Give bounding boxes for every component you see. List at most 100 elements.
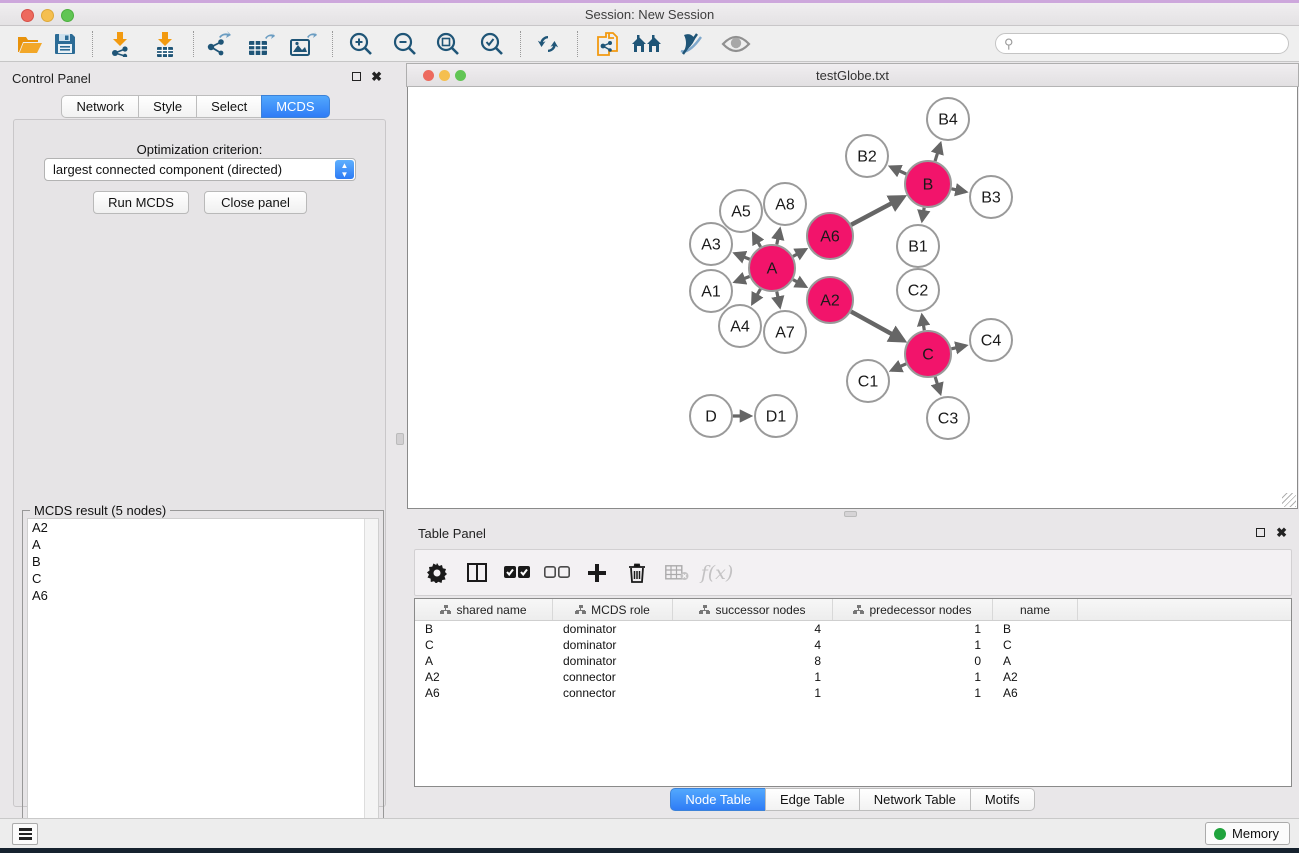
tab-mcds[interactable]: MCDS: [261, 95, 329, 118]
graph-node-A6[interactable]: A6: [807, 213, 853, 259]
graph-edge-A-A6[interactable]: [793, 250, 805, 257]
graph-node-C3[interactable]: C3: [927, 397, 969, 439]
zoom-in-icon[interactable]: [344, 29, 378, 59]
show-graphics-details-icon[interactable]: [719, 29, 753, 59]
delete-column-icon[interactable]: [619, 556, 655, 590]
clone-network-icon[interactable]: [590, 29, 624, 59]
graph-node-A[interactable]: A: [749, 245, 795, 291]
graph-edge-A-A7[interactable]: [777, 292, 780, 307]
import-table-icon[interactable]: [148, 29, 182, 59]
tab-motifs[interactable]: Motifs: [970, 788, 1035, 811]
graph-edge-A-A3[interactable]: [735, 254, 749, 260]
run-mcds-button[interactable]: Run MCDS: [93, 191, 189, 214]
graph-edge-A-A8[interactable]: [777, 229, 780, 244]
graph-edge-A-A4[interactable]: [753, 289, 761, 303]
graph-edge-B-B1[interactable]: [922, 208, 924, 221]
table-cell[interactable]: B: [415, 621, 553, 637]
table-cell[interactable]: dominator: [553, 653, 673, 669]
graph-node-A3[interactable]: A3: [690, 223, 732, 265]
graph-edge-A6-B[interactable]: [851, 197, 903, 225]
table-cell[interactable]: 4: [673, 637, 833, 653]
network-graph[interactable]: B4B2BB3B1A5A8A3A6AA1A4A7A2C2C4CC1C3DD1: [408, 87, 1297, 507]
graph-node-D[interactable]: D: [690, 395, 732, 437]
table-cell[interactable]: A6: [415, 685, 553, 701]
table-cell[interactable]: 8: [673, 653, 833, 669]
window-resize-grip[interactable]: [1282, 493, 1296, 507]
graph-node-A4[interactable]: A4: [719, 305, 761, 347]
table-cell[interactable]: A2: [415, 669, 553, 685]
optimization-criterion-dropdown[interactable]: largest connected component (directed) ▲…: [44, 158, 356, 181]
graph-node-C[interactable]: C: [905, 331, 951, 377]
table-row[interactable]: Bdominator41B: [415, 621, 1291, 637]
column-header-MCDS-role[interactable]: MCDS role: [553, 599, 673, 620]
table-cell[interactable]: A: [993, 653, 1078, 669]
graph-node-A8[interactable]: A8: [764, 183, 806, 225]
mcds-result-item[interactable]: A6: [28, 587, 378, 604]
table-cell[interactable]: 0: [833, 653, 993, 669]
graph-edge-A-A2[interactable]: [793, 280, 805, 287]
mcds-result-item[interactable]: B: [28, 553, 378, 570]
table-cell[interactable]: 1: [833, 669, 993, 685]
table-cell[interactable]: B: [993, 621, 1078, 637]
close-panel-button[interactable]: Close panel: [204, 191, 307, 214]
scrollbar[interactable]: [364, 519, 378, 846]
panel-divider-handle[interactable]: [396, 433, 404, 445]
open-file-icon[interactable]: [13, 29, 47, 59]
graph-node-B2[interactable]: B2: [846, 135, 888, 177]
graph-edge-A-A5[interactable]: [753, 234, 760, 247]
float-panel-icon[interactable]: [352, 72, 361, 81]
table-cell[interactable]: A6: [993, 685, 1078, 701]
select-all-checks-icon[interactable]: [499, 556, 535, 590]
graph-node-A2[interactable]: A2: [807, 277, 853, 323]
tab-edge-table[interactable]: Edge Table: [765, 788, 859, 811]
graph-edge-C-C4[interactable]: [951, 346, 965, 349]
table-cell[interactable]: 1: [673, 685, 833, 701]
tab-style[interactable]: Style: [138, 95, 196, 118]
column-header-successor-nodes[interactable]: successor nodes: [673, 599, 833, 620]
first-neighbors-icon[interactable]: [630, 29, 664, 59]
table-row[interactable]: Cdominator41C: [415, 637, 1291, 653]
export-image-icon[interactable]: [286, 29, 320, 59]
table-cell[interactable]: A: [415, 653, 553, 669]
table-cell[interactable]: dominator: [553, 637, 673, 653]
graph-node-C4[interactable]: C4: [970, 319, 1012, 361]
zoom-selected-icon[interactable]: [475, 29, 509, 59]
graph-node-B4[interactable]: B4: [927, 98, 969, 140]
import-network-icon[interactable]: [103, 29, 137, 59]
graph-node-D1[interactable]: D1: [755, 395, 797, 437]
close-panel-icon[interactable]: ✖: [371, 70, 382, 83]
table-cell[interactable]: A2: [993, 669, 1078, 685]
graph-node-A7[interactable]: A7: [764, 311, 806, 353]
export-network-icon[interactable]: [201, 29, 235, 59]
table-settings-icon[interactable]: [419, 556, 455, 590]
graph-node-B1[interactable]: B1: [897, 225, 939, 267]
graph-node-B3[interactable]: B3: [970, 176, 1012, 218]
graph-node-B[interactable]: B: [905, 161, 951, 207]
add-column-icon[interactable]: [579, 556, 615, 590]
close-panel-icon[interactable]: ✖: [1276, 526, 1287, 539]
table-row[interactable]: Adominator80A: [415, 653, 1291, 669]
graph-node-C2[interactable]: C2: [897, 269, 939, 311]
column-header-name[interactable]: name: [993, 599, 1078, 620]
table-row[interactable]: A6connector11A6: [415, 685, 1291, 701]
hide-graphics-details-icon[interactable]: [673, 29, 707, 59]
graph-node-C1[interactable]: C1: [847, 360, 889, 402]
panel-divider-handle[interactable]: [844, 511, 857, 517]
mcds-result-item[interactable]: A: [28, 536, 378, 553]
table-cell[interactable]: 1: [673, 669, 833, 685]
graph-edge-C-C2[interactable]: [922, 316, 924, 331]
graph-edge-C-C1[interactable]: [892, 364, 906, 370]
table-cell[interactable]: 1: [833, 685, 993, 701]
tab-network-table[interactable]: Network Table: [859, 788, 970, 811]
graph-edge-B-B2[interactable]: [891, 167, 907, 174]
table-cell[interactable]: connector: [553, 669, 673, 685]
column-header-shared-name[interactable]: shared name: [415, 599, 553, 620]
tab-node-table[interactable]: Node Table: [670, 788, 765, 811]
mcds-result-item[interactable]: C: [28, 570, 378, 587]
search-input[interactable]: [1018, 37, 1288, 51]
column-manager-icon[interactable]: [459, 556, 495, 590]
graph-edge-B-B3[interactable]: [952, 189, 966, 192]
table-row[interactable]: A2connector11A2: [415, 669, 1291, 685]
table-cell[interactable]: C: [415, 637, 553, 653]
save-session-icon[interactable]: [48, 29, 82, 59]
